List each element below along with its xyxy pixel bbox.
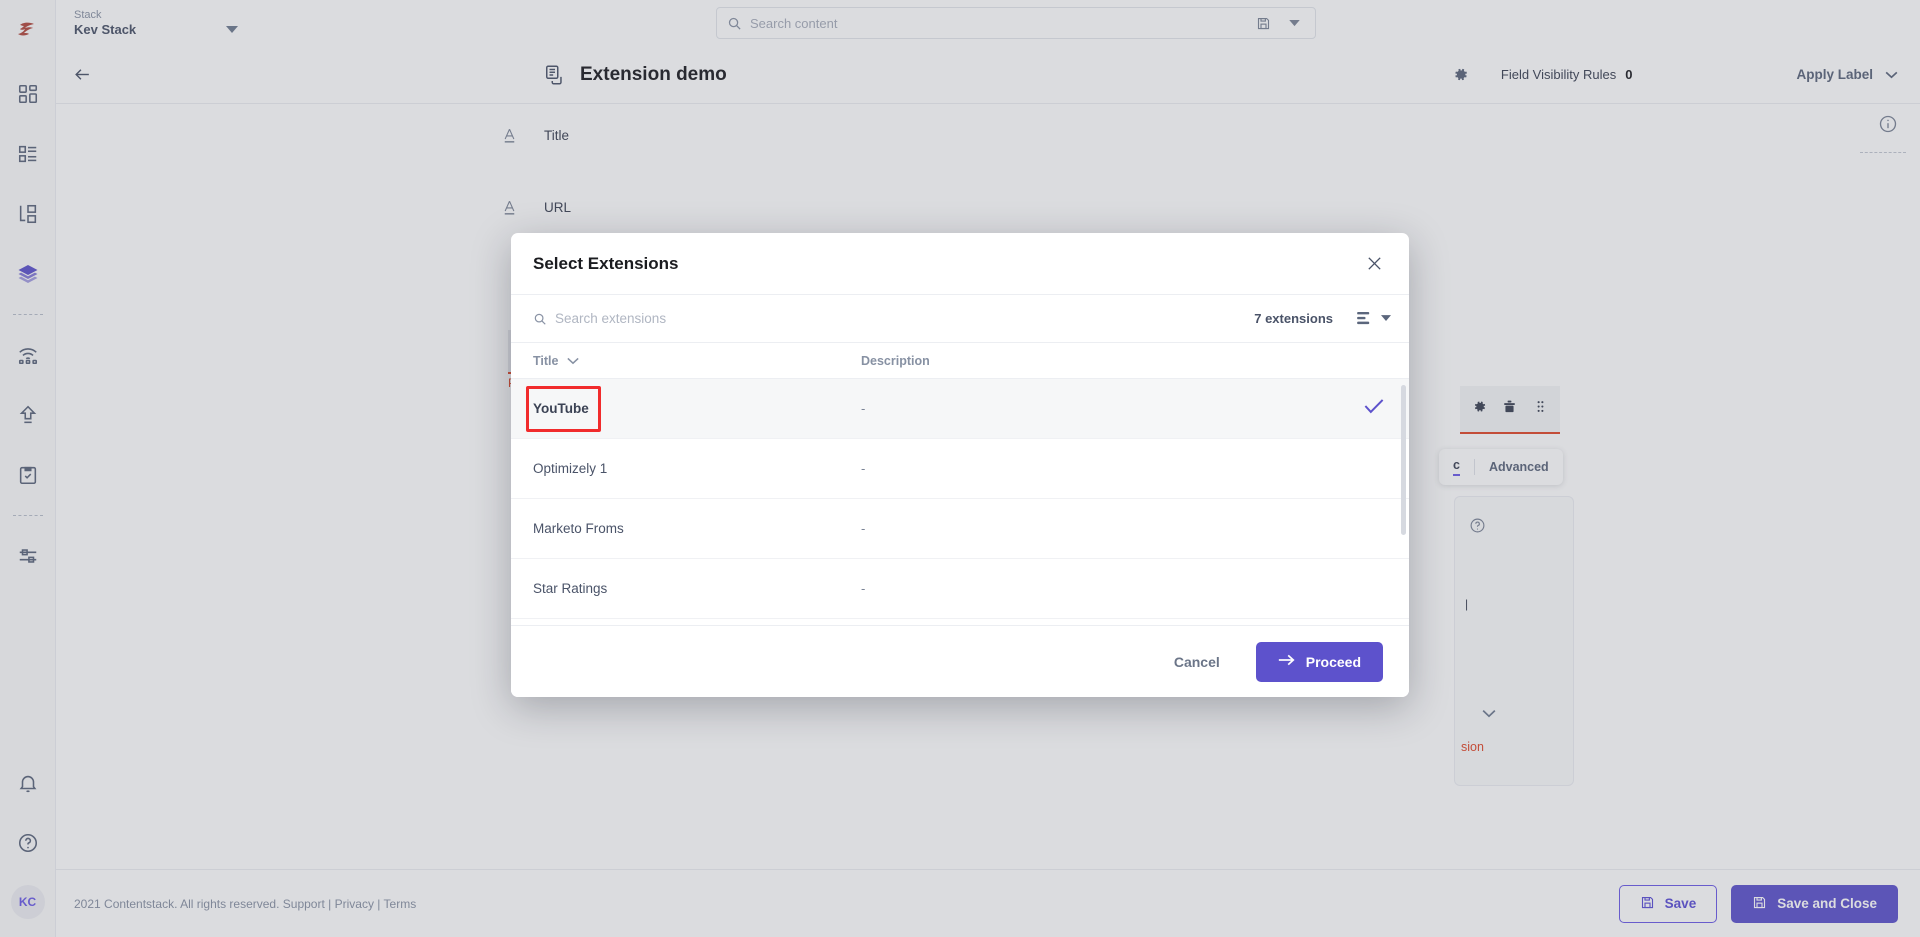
proceed-button-label: Proceed: [1305, 653, 1361, 670]
extensions-table-body[interactable]: YouTube - Optimizely 1 - Marketo Froms -: [511, 379, 1409, 625]
search-icon: [533, 312, 547, 326]
column-header-title[interactable]: Title: [511, 354, 861, 368]
cancel-button[interactable]: Cancel: [1162, 646, 1232, 678]
table-scrollbar[interactable]: [1401, 385, 1406, 535]
chevron-down-icon: [1381, 315, 1391, 321]
column-header-title-label: Title: [533, 353, 559, 368]
search-extensions-input[interactable]: [555, 311, 1255, 326]
extensions-count: 7 extensions: [1254, 311, 1333, 326]
modal-title: Select Extensions: [533, 253, 679, 273]
sort-chevron-down-icon: [567, 357, 580, 364]
extension-description: -: [861, 581, 866, 596]
extension-title: Optimizely 1: [533, 461, 608, 476]
row-selected-check-icon: [1339, 398, 1409, 419]
select-extensions-modal: Select Extensions 7 extensions: [511, 233, 1409, 697]
extension-description: -: [861, 401, 866, 416]
column-header-description[interactable]: Description: [861, 354, 1409, 368]
app-root: KC Stack Kev Stack Search content Extens…: [0, 0, 1920, 937]
extension-title: Marketo Froms: [533, 521, 624, 536]
table-row[interactable]: Optimizely 1 -: [511, 439, 1409, 499]
modal-header: Select Extensions: [511, 233, 1409, 295]
table-row[interactable]: Marketo Froms -: [511, 499, 1409, 559]
view-options-button[interactable]: [1357, 312, 1391, 325]
extension-title: Star Ratings: [533, 581, 608, 596]
extension-description: -: [861, 461, 866, 476]
table-row[interactable]: YouTube -: [511, 379, 1409, 439]
arrow-right-icon: [1278, 653, 1295, 670]
close-icon[interactable]: [1361, 251, 1387, 277]
table-row[interactable]: Star Ratings -: [511, 559, 1409, 619]
modal-search-row: 7 extensions: [511, 295, 1409, 343]
extensions-table-header: Title Description: [511, 343, 1409, 379]
extension-description: -: [861, 521, 866, 536]
modal-footer: Cancel Proceed: [511, 625, 1409, 697]
extension-title: YouTube: [533, 401, 589, 416]
proceed-button[interactable]: Proceed: [1255, 641, 1383, 682]
